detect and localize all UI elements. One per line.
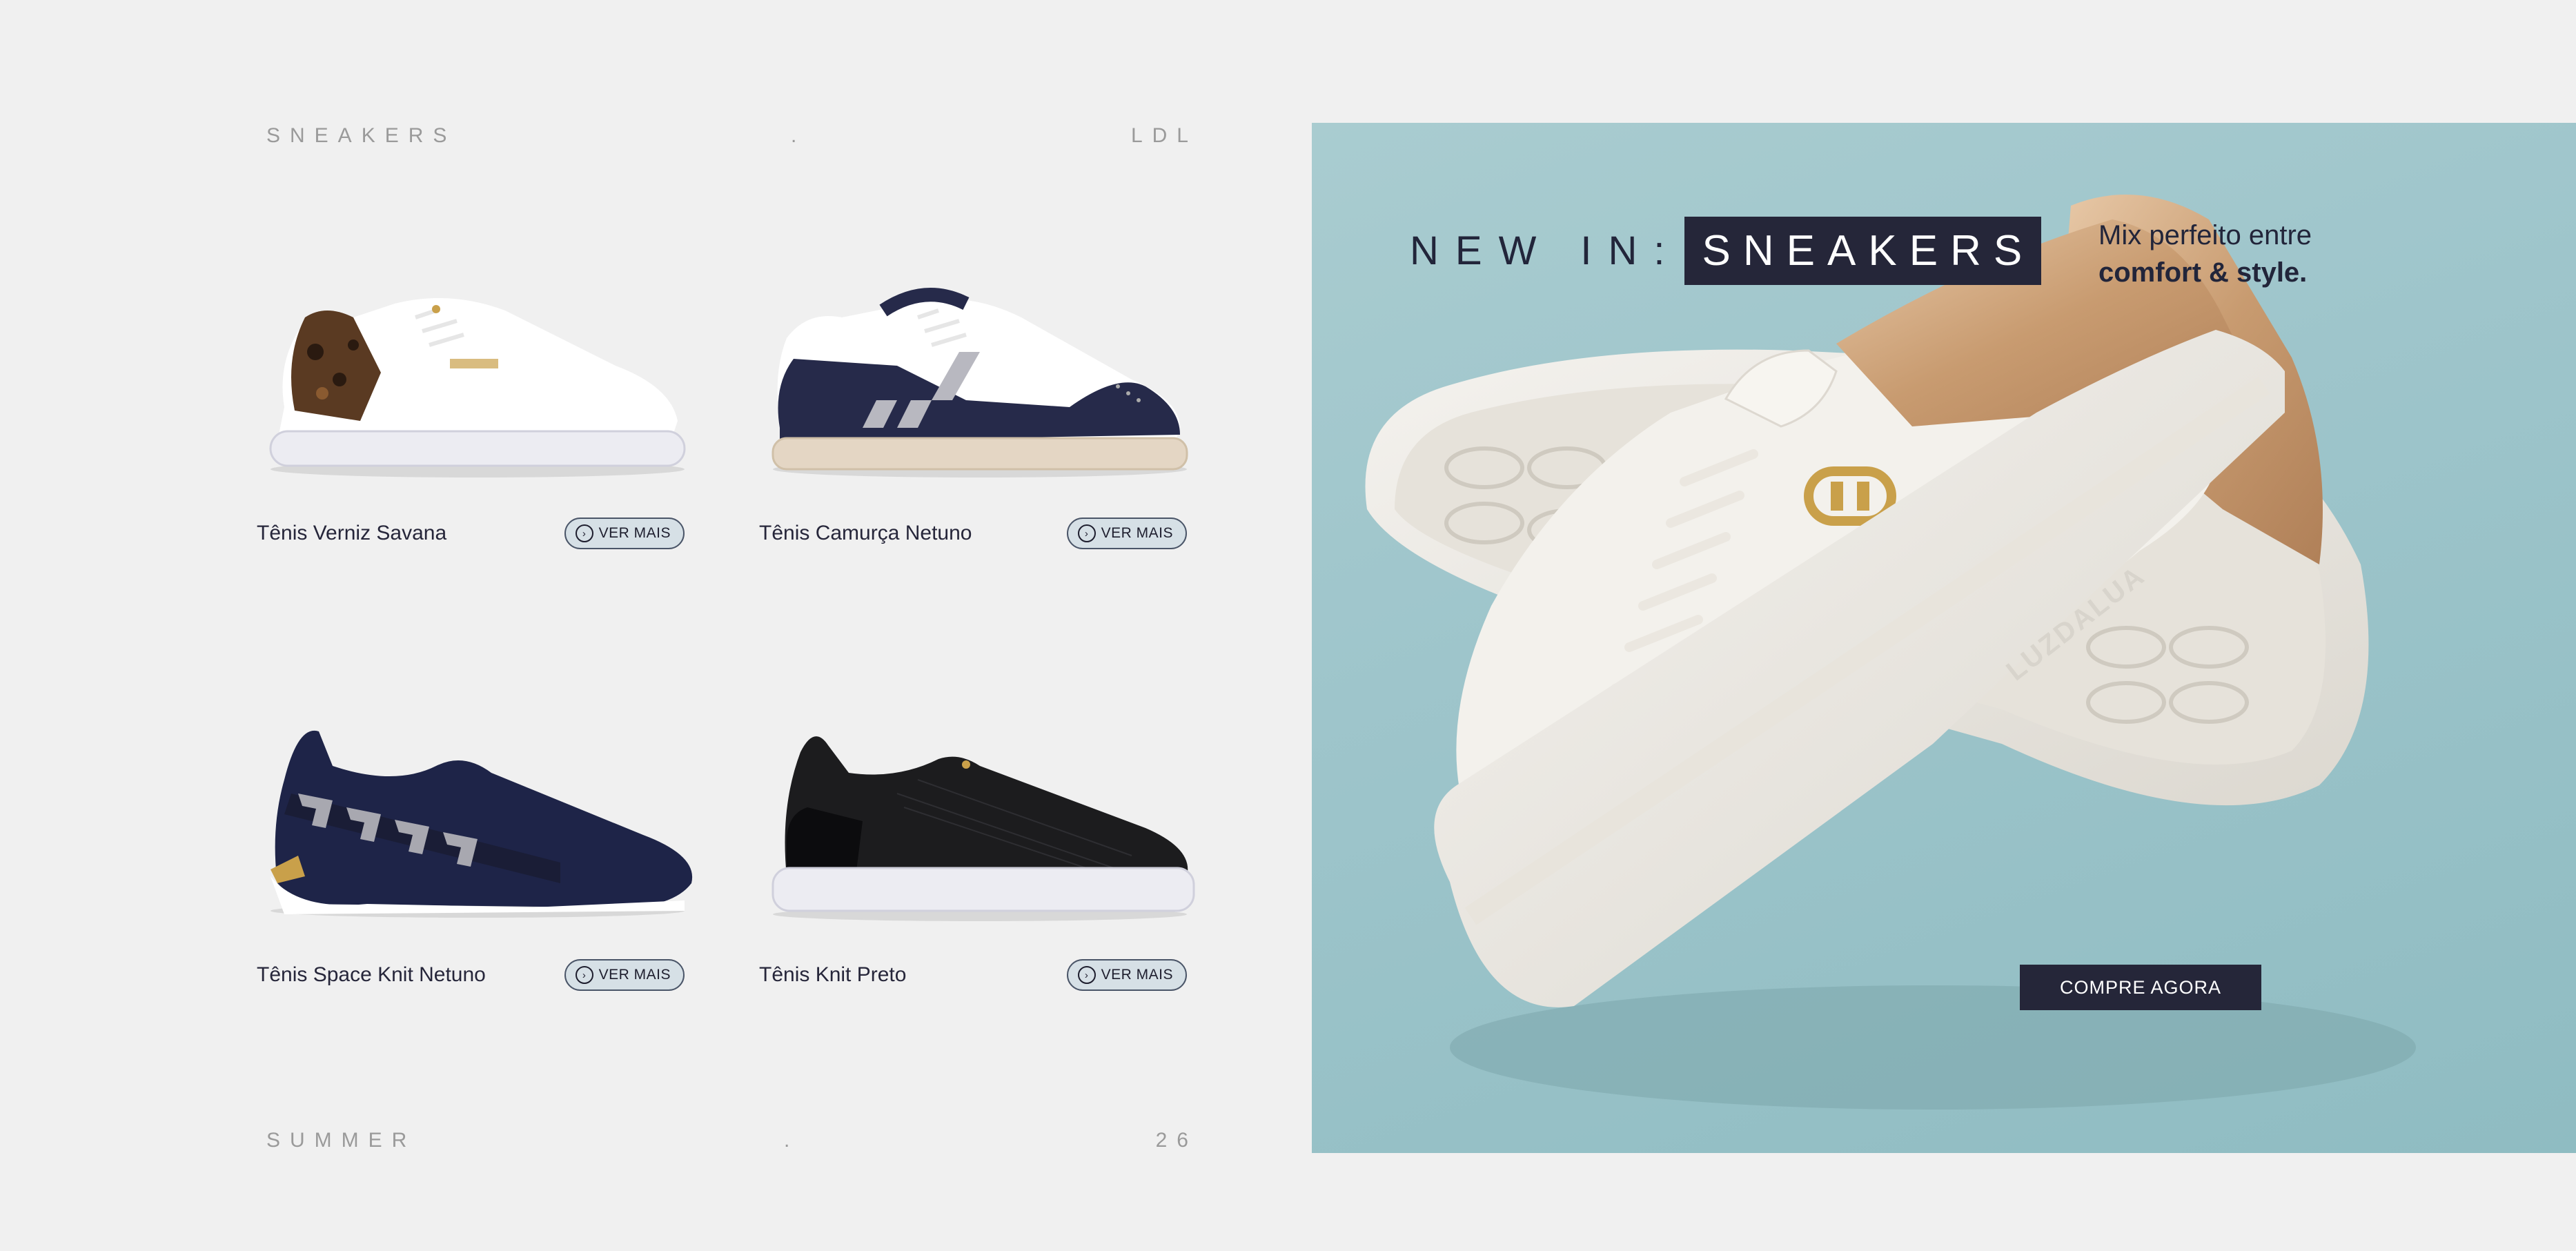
product-image[interactable] [759,704,1201,925]
product-caption: Tênis Space Knit Netuno › VER MAIS [257,959,685,991]
arrow-circle-icon: › [575,524,593,542]
product-caption: Tênis Camurça Netuno › VER MAIS [759,518,1187,549]
compre-agora-button[interactable]: COMPRE AGORA [2020,965,2261,1010]
ver-mais-button[interactable]: › VER MAIS [1066,518,1187,549]
ver-mais-label: VER MAIS [598,525,671,541]
ver-mais-label: VER MAIS [1101,525,1173,541]
page-footer: SUMMER . 26 [266,1129,1198,1152]
page-header: SNEAKERS . LDL [266,124,1198,148]
product-image[interactable] [257,262,698,483]
tagline-line-2: comfort & style. [2098,257,2308,288]
product-image[interactable] [759,262,1201,483]
product-caption: Tênis Verniz Savana › VER MAIS [257,518,685,549]
arrow-circle-icon: › [1077,966,1096,984]
ver-mais-button[interactable]: › VER MAIS [564,518,685,549]
footer-right-label: 26 [1155,1129,1198,1152]
header-right-label: LDL [1130,124,1198,147]
hero-badge: SNEAKERS [1684,217,2042,285]
arrow-circle-icon: › [575,966,593,984]
tagline-line-1: Mix perfeito entre [2098,220,2312,250]
product-image[interactable] [257,704,698,925]
hero-banner[interactable]: LUZDALUA NEW IN: SNEAKERS Mix perfeito e… [1312,123,2576,1153]
product-name: Tênis Knit Preto [759,963,907,986]
ver-mais-button[interactable]: › VER MAIS [1066,959,1187,991]
hero-headline: NEW IN: SNEAKERS [1410,217,2042,285]
hero-prefix: NEW IN: [1410,228,1682,273]
ver-mais-label: VER MAIS [598,967,671,983]
ver-mais-label: VER MAIS [1101,967,1173,983]
arrow-circle-icon: › [1077,524,1096,542]
header-left-label: SNEAKERS [266,124,457,147]
product-name: Tênis Verniz Savana [257,522,447,544]
header-separator: . [791,124,797,147]
product-name: Tênis Space Knit Netuno [257,963,486,986]
footer-left-label: SUMMER [266,1129,417,1152]
ver-mais-button[interactable]: › VER MAIS [564,959,685,991]
product-caption: Tênis Knit Preto › VER MAIS [759,959,1187,991]
product-name: Tênis Camurça Netuno [759,522,972,544]
product-grid-panel: SNEAKERS . LDL Tênis Verniz Savana › VER… [0,0,1311,1251]
footer-separator: . [784,1129,790,1152]
hero-tagline: Mix perfeito entre comfort & style. [2098,217,2312,291]
